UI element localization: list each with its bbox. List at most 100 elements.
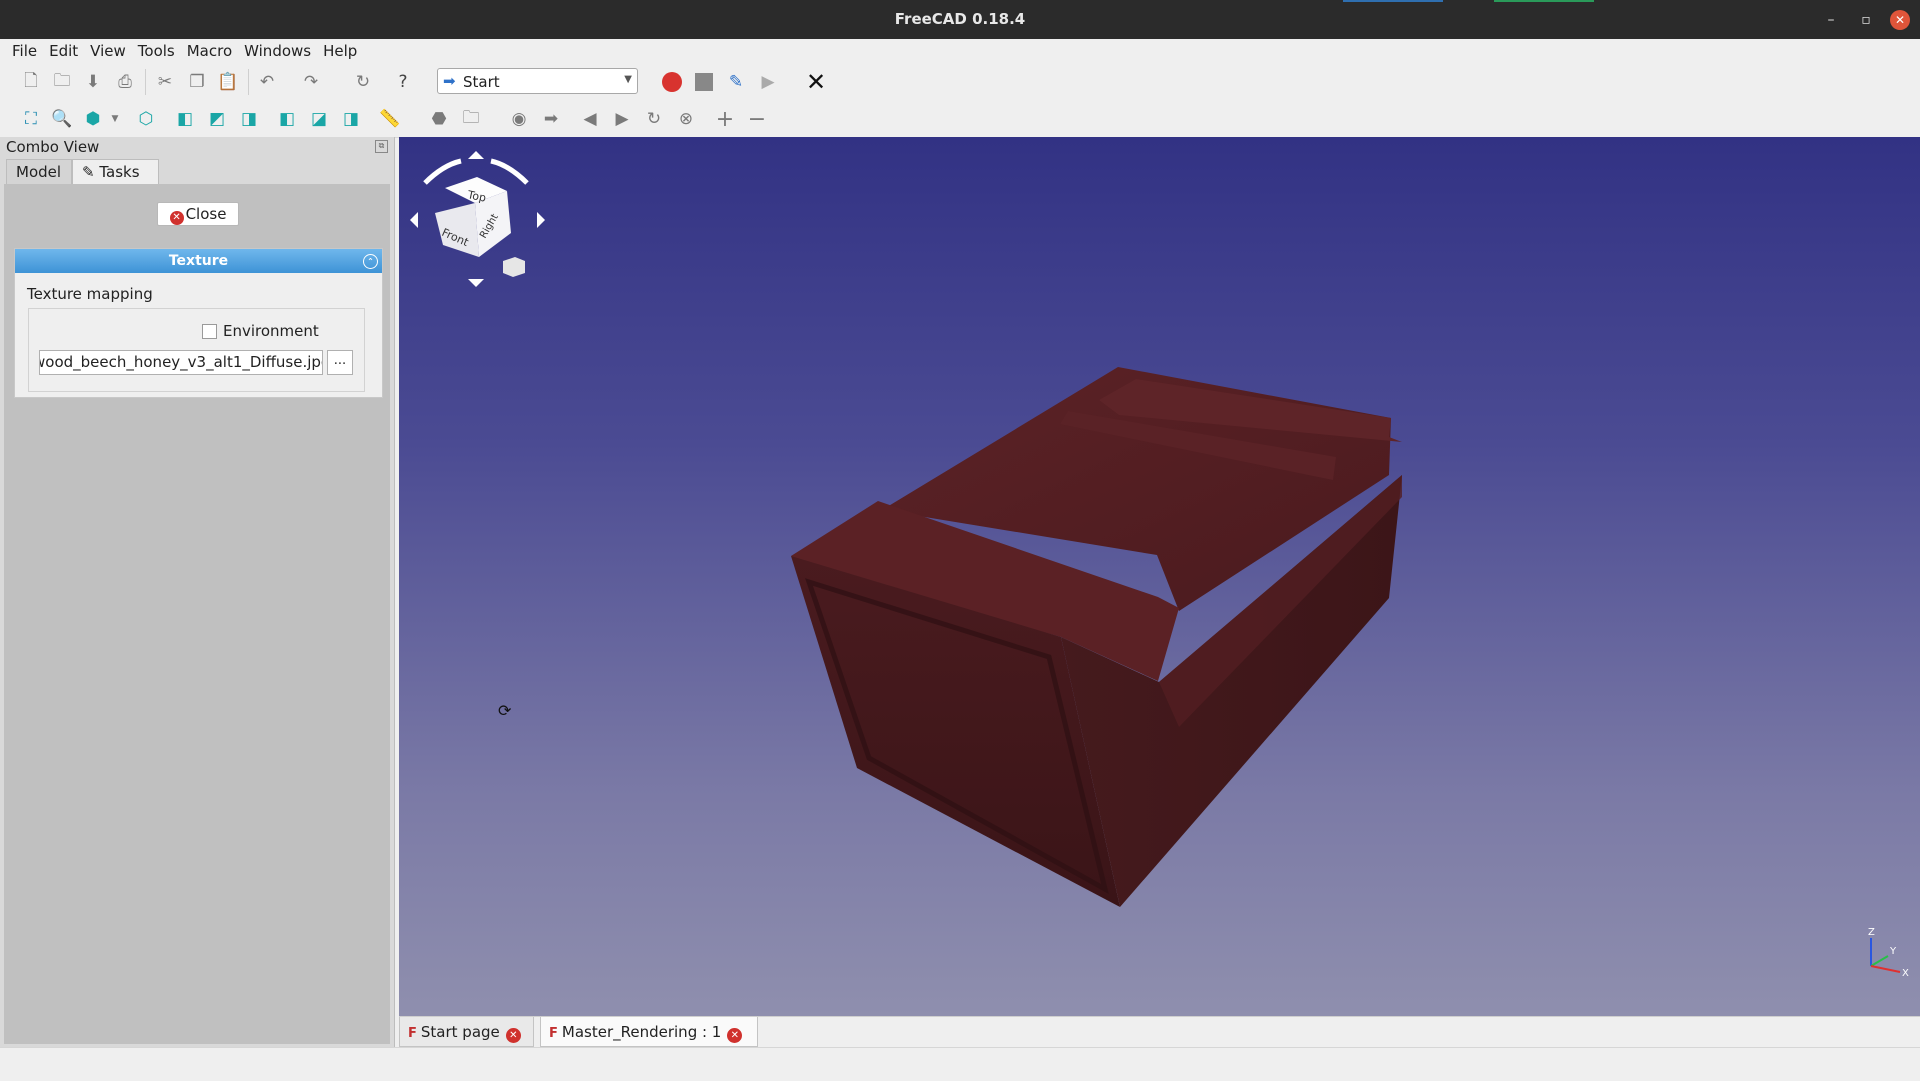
float-icon[interactable]: ⧉: [375, 140, 388, 153]
macro-record-icon[interactable]: [661, 71, 683, 93]
redo-icon[interactable]: ↷: [300, 71, 322, 93]
texture-panel-title: Texture: [168, 253, 229, 269]
3d-viewport[interactable]: Top Front Right Z Y X ⟳: [399, 137, 1920, 1016]
front-view-icon[interactable]: ◧: [174, 108, 196, 130]
macro-edit-icon[interactable]: ✎: [725, 71, 747, 93]
part-icon[interactable]: ⬣: [428, 108, 450, 130]
accent-line: [1494, 0, 1594, 2]
fit-all-icon[interactable]: ⛶: [20, 108, 42, 130]
undo-icon[interactable]: ↶: [256, 71, 278, 93]
arrow-down-icon[interactable]: [468, 279, 484, 287]
workbench-selector[interactable]: ➡ Start ▼: [437, 68, 638, 94]
zoom-out-icon[interactable]: −: [746, 107, 768, 132]
collapse-icon[interactable]: ⌃: [363, 254, 378, 269]
right-view-icon[interactable]: ◨: [238, 108, 260, 130]
file-toolbar: 🗋 🗀 ⬇ ⎙ ✂ ❐ 📋 ↶ ↷ ↻ ? ➡ Start ▼ ✎ ▶ ✕: [0, 63, 1920, 101]
rotate-left-arrow[interactable]: [423, 158, 462, 185]
whats-this-icon[interactable]: ?: [392, 71, 414, 93]
save-icon[interactable]: ⬇: [82, 71, 104, 93]
web-forward-icon[interactable]: ➡: [540, 108, 562, 130]
texture-panel-header[interactable]: Texture ⌃: [15, 249, 382, 273]
bottom-view-icon[interactable]: ◪: [308, 108, 330, 130]
close-icon[interactable]: ✕: [727, 1028, 743, 1043]
open-file-icon[interactable]: 🗀: [51, 71, 73, 93]
window-title: FreeCAD 0.18.4: [894, 10, 1026, 28]
menu-file[interactable]: File: [6, 39, 43, 63]
web-refresh-icon[interactable]: ↻: [643, 108, 665, 130]
navcube-front-face[interactable]: [435, 203, 479, 257]
web-home-icon[interactable]: ◉: [508, 108, 530, 130]
group-icon[interactable]: 🗀: [460, 108, 482, 130]
maximize-button[interactable]: ▫: [1856, 10, 1876, 30]
browse-button[interactable]: ...: [327, 350, 353, 375]
cut-icon[interactable]: ✂: [154, 71, 176, 93]
menu-tools[interactable]: Tools: [132, 39, 181, 63]
close-icon[interactable]: ✕: [505, 1028, 521, 1043]
arrow-right-icon: ➡: [443, 72, 456, 90]
web-stop-icon[interactable]: ⊗: [675, 108, 697, 130]
left-view-icon[interactable]: ◨: [340, 108, 362, 130]
navigation-cube[interactable]: Top Front Right: [407, 143, 547, 303]
document-tabs: F Start page ✕ F Master_Rendering : 1 ✕: [399, 1016, 1920, 1048]
menu-macro[interactable]: Macro: [181, 39, 238, 63]
minimize-button[interactable]: –: [1821, 10, 1841, 30]
copy-icon[interactable]: ❐: [186, 71, 208, 93]
top-view-icon[interactable]: ◩: [206, 108, 228, 130]
zoom-in-icon[interactable]: +: [714, 107, 736, 132]
x-axis-label: X: [1902, 968, 1909, 979]
macro-play-icon[interactable]: ▶: [757, 71, 779, 93]
paste-icon[interactable]: 📋: [217, 71, 239, 93]
arrow-up-icon[interactable]: [468, 151, 484, 159]
menu-help[interactable]: Help: [317, 39, 363, 63]
draw-style-icon[interactable]: ⬢: [82, 108, 104, 130]
rotate-cursor-icon: ⟳: [498, 701, 512, 720]
print-icon[interactable]: ⎙: [114, 71, 136, 93]
fit-selection-icon[interactable]: 🔍: [51, 108, 73, 130]
close-button[interactable]: ✕ Close: [157, 202, 239, 226]
close-x-icon[interactable]: ✕: [805, 68, 827, 96]
environment-checkbox[interactable]: [202, 324, 217, 339]
measure-icon[interactable]: 📏: [379, 108, 401, 130]
menu-edit[interactable]: Edit: [43, 39, 84, 63]
combo-view: Combo View ⧉ Model ✎ Tasks ✕ Close Textur…: [0, 137, 395, 1047]
pencil-icon: ✎: [82, 163, 95, 181]
tab-tasks[interactable]: ✎ Tasks: [72, 159, 159, 184]
tab-model[interactable]: Model: [6, 159, 72, 184]
y-axis-label: Y: [1889, 946, 1897, 957]
environment-label[interactable]: Environment: [223, 322, 319, 340]
close-window-button[interactable]: ✕: [1890, 10, 1910, 30]
tab-tasks-label: Tasks: [99, 163, 140, 181]
arrow-right-icon[interactable]: [537, 212, 545, 228]
accent-line: [1343, 0, 1443, 2]
texture-file-input[interactable]: wood_beech_honey_v3_alt1_Diffuse.jpg: [39, 350, 323, 375]
workbench-label: Start: [463, 73, 500, 91]
rotate-right-arrow[interactable]: [490, 158, 529, 185]
macro-stop-icon[interactable]: [693, 71, 715, 93]
x-axis: [1870, 965, 1901, 973]
texture-panel: Texture ⌃ Texture mapping Environment wo…: [14, 248, 383, 398]
menu-view[interactable]: View: [84, 39, 132, 63]
menu-windows[interactable]: Windows: [238, 39, 317, 63]
combo-view-title: Combo View: [6, 138, 100, 156]
z-axis-label: Z: [1868, 927, 1875, 938]
web-back-icon[interactable]: ◀: [579, 108, 601, 130]
navcube-top-label: Top: [465, 188, 487, 205]
web-next-icon[interactable]: ▶: [611, 108, 633, 130]
arrow-left-icon[interactable]: [410, 212, 418, 228]
freecad-icon: F: [408, 1026, 417, 1041]
tab-master-rendering[interactable]: F Master_Rendering : 1 ✕: [540, 1017, 758, 1047]
chevron-down-icon[interactable]: ▼: [104, 108, 126, 130]
axis-indicator: Z Y X: [1868, 927, 1909, 979]
rear-view-icon[interactable]: ◧: [276, 108, 298, 130]
freecad-icon: F: [549, 1026, 558, 1041]
navcube-mini-cube[interactable]: [503, 257, 525, 277]
wooden-box-model[interactable]: [399, 137, 1920, 1016]
refresh-icon[interactable]: ↻: [352, 71, 374, 93]
view-toolbar: ⛶ 🔍 ⬢ ▼ ⬡ ◧ ◩ ◨ ◧ ◪ ◨ 📏 ⬣ 🗀 ◉ ➡ ◀ ▶ ↻ ⊗ …: [0, 100, 1920, 138]
texture-mapping-group: Environment wood_beech_honey_v3_alt1_Dif…: [28, 308, 365, 392]
tab-start-page-label: Start page: [420, 1023, 500, 1041]
tab-start-page[interactable]: F Start page ✕: [399, 1017, 534, 1047]
tab-master-rendering-label: Master_Rendering : 1: [561, 1023, 722, 1041]
new-file-icon[interactable]: 🗋: [20, 71, 42, 93]
isometric-view-icon[interactable]: ⬡: [135, 108, 157, 130]
